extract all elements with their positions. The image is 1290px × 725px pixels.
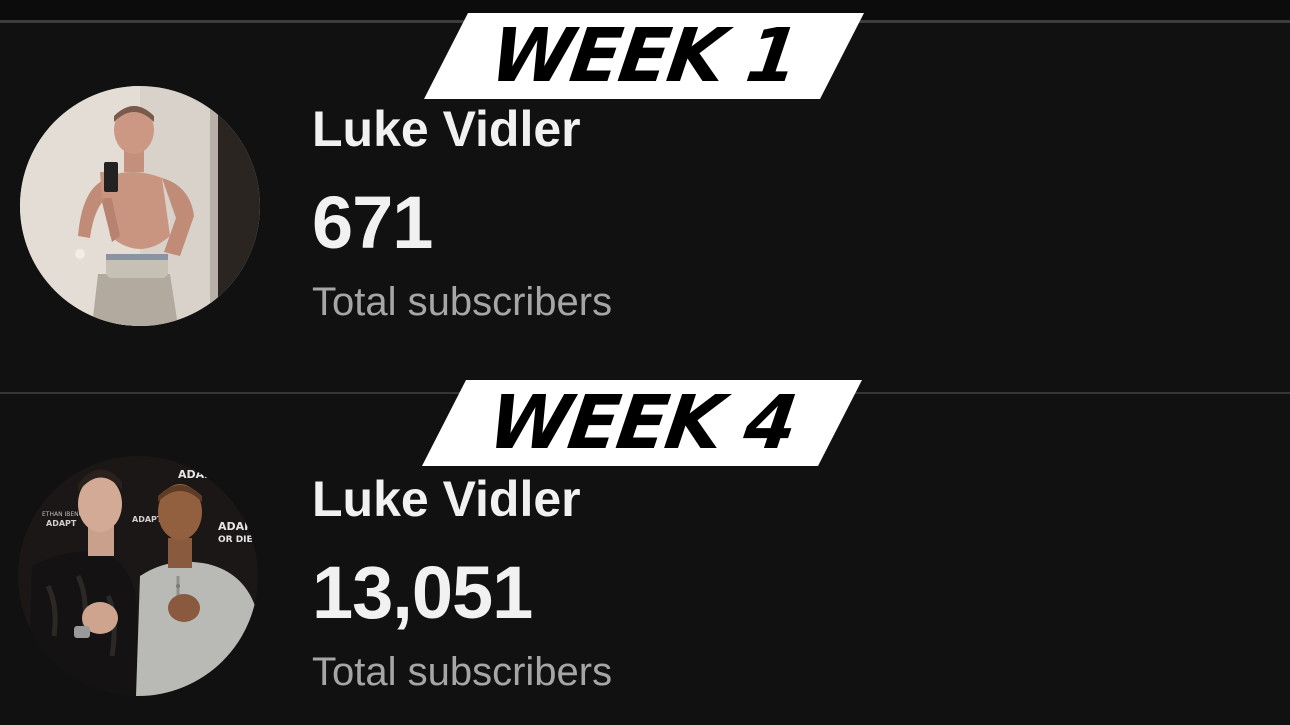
channel-avatar[interactable]: ADAPT ADAPT OR DIE ADAPT ETHAN IBENG ADA… xyxy=(18,456,258,696)
backdrop-logo: ADAPT xyxy=(178,468,220,481)
subscriber-label: Total subscribers xyxy=(312,280,613,324)
avatar-photo-mirror-selfie xyxy=(20,86,260,326)
subscriber-label: Total subscribers xyxy=(312,650,613,694)
week-banner: WEEK 1 xyxy=(424,13,864,99)
backdrop-logo: ADAPT xyxy=(132,515,163,524)
backdrop-logo: ETHAN IBENG xyxy=(42,511,84,518)
week-banner: WEEK 4 xyxy=(422,380,862,466)
backdrop-logo: ADAPT xyxy=(218,520,258,533)
avatar-photo-event-backdrop: ADAPT ADAPT OR DIE ADAPT ETHAN IBENG ADA… xyxy=(18,456,258,696)
backdrop-logo: ADAPT xyxy=(46,519,77,528)
week-label: WEEK 4 xyxy=(483,380,801,466)
channel-name[interactable]: Luke Vidler xyxy=(312,470,581,528)
week-label: WEEK 1 xyxy=(485,13,803,99)
subscriber-count: 671 xyxy=(312,181,433,264)
subscriber-count: 13,051 xyxy=(312,551,533,634)
backdrop-logo: OR DIE xyxy=(218,535,253,545)
channel-avatar[interactable] xyxy=(20,86,260,326)
screenshot-canvas: WEEK 1 Luke Vidler 671 Total subscribers… xyxy=(0,0,1290,725)
channel-name[interactable]: Luke Vidler xyxy=(312,100,581,158)
